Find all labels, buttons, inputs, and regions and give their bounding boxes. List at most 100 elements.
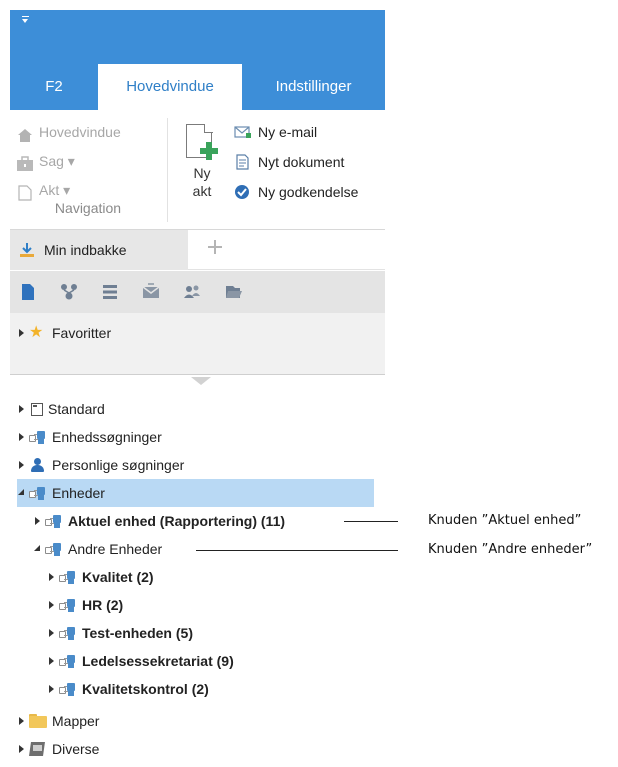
new-document-icon: [234, 154, 252, 170]
new-approval-button[interactable]: Ny godkendelse: [234, 181, 358, 203]
tree-node-label: Enheder: [52, 485, 105, 501]
new-email-label: Ny e-mail: [258, 124, 318, 140]
tree-node-mapper[interactable]: Mapper: [17, 707, 99, 735]
add-tab-icon[interactable]: [208, 240, 222, 254]
expand-arrow-icon[interactable]: [47, 684, 57, 694]
tab-f2[interactable]: F2: [10, 64, 98, 110]
annotation-other-units: Knuden ”Andre enheder”: [428, 542, 593, 557]
tree-node-label: Standard: [48, 401, 105, 417]
tree-node-kvalitet[interactable]: Kvalitet (2): [47, 563, 154, 591]
people-icon[interactable]: [182, 282, 202, 302]
expand-arrow-icon[interactable]: [17, 460, 27, 470]
tree-node-label: Kvalitetskontrol (2): [82, 681, 209, 697]
tree-node-test-enheden[interactable]: Test-enheden (5): [47, 619, 193, 647]
tree-node-label: Enhedssøgninger: [52, 429, 162, 445]
new-approval-icon: [234, 184, 252, 200]
expand-arrow-icon[interactable]: [33, 516, 43, 526]
expand-arrow-icon[interactable]: [47, 628, 57, 638]
new-email-icon: [234, 124, 252, 140]
tree-node-label: Kvalitet (2): [82, 569, 154, 585]
navigation-group-label: Navigation: [54, 200, 122, 216]
tree-node-hr[interactable]: HR (2): [47, 591, 123, 619]
case-icon: [16, 153, 34, 171]
new-approval-label: Ny godkendelse: [258, 184, 359, 200]
unit-node-icon: [59, 597, 77, 613]
nav-sag-label: Sag ▾: [39, 153, 75, 169]
folder-open-icon[interactable]: [223, 282, 243, 302]
ribbon-group-divider: [167, 118, 168, 222]
inbox-download-icon: [18, 242, 36, 258]
collapse-arrow-icon[interactable]: [17, 488, 27, 498]
nav-sag-button[interactable]: Sag ▾: [16, 147, 75, 175]
favorites-pane: ★ Favoritter: [10, 313, 385, 375]
plus-icon: [200, 142, 218, 160]
expand-arrow-icon[interactable]: [47, 572, 57, 582]
unit-node-icon: [59, 625, 77, 641]
tree-node-personlige-sogninger[interactable]: Personlige søgninger: [17, 451, 184, 479]
tree-node-kvalitetskontrol[interactable]: Kvalitetskontrol (2): [47, 675, 209, 703]
document-icon: [16, 182, 34, 201]
unit-node-icon: [59, 653, 77, 669]
pane-splitter-handle[interactable]: [191, 377, 211, 385]
annotation-line-current-unit: [344, 521, 398, 522]
tree-node-label: Aktuel enhed (Rapportering) (11): [68, 513, 286, 529]
org-chart-icon[interactable]: [59, 282, 79, 302]
collapse-arrow-icon[interactable]: [33, 544, 43, 554]
folder-icon: [29, 713, 47, 729]
ribbon-body: Hovedvindue Sag ▾ Akt ▾ Navigation Ny ak…: [10, 110, 385, 230]
tree-node-favoritter[interactable]: ★ Favoritter: [17, 319, 111, 347]
inbox-tab-bar: Min indbakke: [10, 230, 385, 270]
mail-icon[interactable]: [141, 282, 161, 302]
tree-node-aktuel-enhed[interactable]: Aktuel enhed (Rapportering) (11): [33, 507, 285, 535]
nav-hovedvindue-label: Hovedvindue: [39, 124, 121, 140]
tree-node-label: Test-enheden (5): [82, 625, 193, 641]
new-email-button[interactable]: Ny e-mail: [234, 121, 317, 143]
list-icon[interactable]: [100, 282, 120, 302]
tree-node-enheder[interactable]: Enheder: [17, 479, 374, 507]
annotation-line-other-units: [196, 550, 398, 551]
new-akt-label: Ny akt: [192, 165, 212, 199]
unit-node-icon: [59, 569, 77, 585]
star-icon: ★: [29, 324, 44, 341]
tree-node-diverse[interactable]: Diverse: [17, 735, 99, 763]
expand-arrow-icon[interactable]: [47, 600, 57, 610]
expand-arrow-icon[interactable]: [17, 328, 27, 338]
new-document-button[interactable]: Nyt dokument: [234, 151, 344, 173]
ribbon-header: F2 Hovedvindue Indstillinger: [10, 10, 385, 110]
expand-arrow-icon[interactable]: [47, 656, 57, 666]
tree-node-label: Mapper: [52, 713, 100, 729]
tree-node-label: Diverse: [52, 741, 100, 757]
tree-node-label: Personlige søgninger: [52, 457, 185, 473]
tree-toolbar: [10, 271, 385, 313]
unit-node-icon: [59, 681, 77, 697]
tree-node-andre-enheder[interactable]: Andre Enheder: [33, 535, 162, 563]
expand-arrow-icon[interactable]: [17, 432, 27, 442]
misc-icon: [29, 741, 47, 757]
new-akt-button[interactable]: Ny akt: [174, 116, 230, 216]
tab-min-indbakke[interactable]: Min indbakke: [10, 230, 188, 270]
person-icon: [29, 457, 47, 473]
tree-node-label: Andre Enheder: [68, 541, 163, 557]
tab-indstillinger[interactable]: Indstillinger: [242, 64, 385, 110]
tree-node-standard[interactable]: Standard: [17, 395, 105, 423]
inbox-tab-label: Min indbakke: [44, 242, 127, 258]
tree-node-ledelsessekretariat[interactable]: Ledelsessekretariat (9): [47, 647, 234, 675]
standard-search-icon: [31, 402, 43, 416]
unit-node-icon: [29, 429, 47, 445]
tab-hovedvindue[interactable]: Hovedvindue: [98, 64, 242, 110]
tree-node-label: Ledelsessekretariat (9): [82, 653, 234, 669]
unit-node-icon: [45, 541, 63, 557]
expand-arrow-icon[interactable]: [17, 404, 27, 414]
unit-node-icon: [29, 485, 47, 501]
expand-arrow-icon[interactable]: [17, 744, 27, 754]
f2-panel: F2 Hovedvindue Indstillinger Hovedvindue…: [10, 10, 385, 767]
tree-node-label: Favoritter: [52, 325, 112, 341]
document-icon[interactable]: [18, 282, 38, 302]
tree-node-enhedssogninger[interactable]: Enhedssøgninger: [17, 423, 162, 451]
expand-arrow-icon[interactable]: [17, 716, 27, 726]
nav-hovedvindue-button[interactable]: Hovedvindue: [16, 118, 121, 146]
tree-node-label: HR (2): [82, 597, 124, 613]
unit-node-icon: [45, 513, 63, 529]
new-document-label: Nyt dokument: [258, 154, 345, 170]
annotation-current-unit: Knuden ”Aktuel enhed”: [428, 513, 582, 528]
